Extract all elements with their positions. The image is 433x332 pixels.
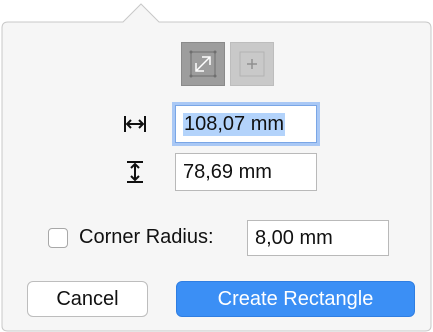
width-arrows-icon (124, 116, 146, 132)
add-mode-button[interactable] (230, 42, 274, 86)
width-value: 108,07 mm (183, 112, 286, 136)
create-rectangle-button-label: Create Rectangle (217, 287, 374, 310)
resize-mode-button[interactable] (181, 42, 225, 86)
create-rectangle-popover: 108,07 mm 78,69 mm Corner Radius: 8,00 m… (0, 0, 433, 332)
height-value: 78,69 mm (183, 160, 272, 183)
height-field[interactable]: 78,69 mm (175, 153, 317, 191)
create-rectangle-button[interactable]: Create Rectangle (176, 281, 415, 317)
corner-radius-field[interactable]: 8,00 mm (247, 220, 389, 256)
resize-diagonal-icon (189, 50, 217, 78)
corner-radius-label: Corner Radius: (79, 226, 214, 248)
plus-icon (239, 51, 265, 77)
height-arrows-icon (127, 161, 143, 183)
width-field[interactable]: 108,07 mm (175, 105, 317, 143)
cancel-button[interactable]: Cancel (27, 281, 148, 317)
cancel-button-label: Cancel (56, 287, 119, 310)
corner-radius-value: 8,00 mm (255, 226, 333, 249)
corner-radius-checkbox[interactable] (48, 228, 68, 248)
